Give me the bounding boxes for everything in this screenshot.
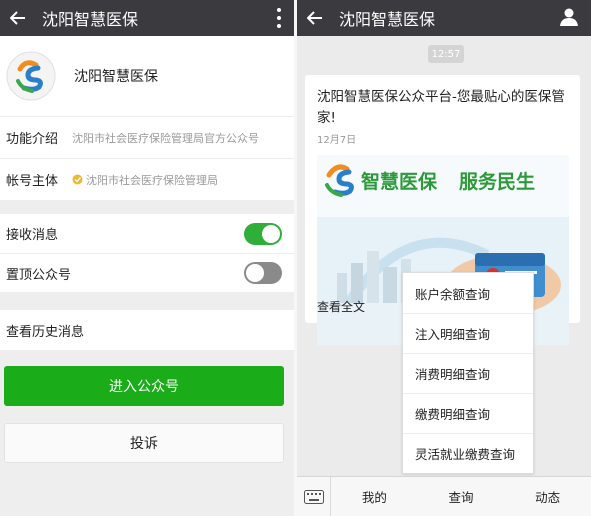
settings-section: 接收消息 置顶公众号 [0,214,296,292]
banner-text-2: 服务民生 [459,170,535,193]
chat-screen: 沈阳智慧医保 12:57 沈阳智慧医保公众平台-您最贴心的医保管家! 12月7日… [297,0,591,516]
verified-icon [72,174,83,185]
menu-item-deposit-details[interactable]: 注入明细查询 [403,313,533,353]
tab-query[interactable]: 查询 [418,487,505,506]
keyboard-toggle-button[interactable] [297,476,331,516]
article-title: 沈阳智慧医保公众平台-您最贴心的医保管家! [317,89,565,126]
account-profile-screen: 沈阳智慧医保 沈阳智慧医保 功能介绍 沈阳市社会医疗保险管理局官方公众号 帐号主… [0,0,296,516]
tab-news[interactable]: 动态 [504,487,591,506]
top-bar: 沈阳智慧医保 [297,0,591,36]
keyboard-icon [303,489,324,504]
query-submenu: 账户余额查询 注入明细查询 消费明细查询 缴费明细查询 灵活就业缴费查询 [402,272,534,474]
info-value: 沈阳市社会医疗保险管理局官方公众号 [72,131,259,145]
article-date: 12月7日 [317,135,357,146]
banner-text-1: 智慧医保 [361,170,438,193]
info-value-wrapper: 沈阳市社会医疗保险管理局 [72,172,218,188]
menu-item-balance[interactable]: 账户余额查询 [403,273,533,313]
report-button[interactable]: 投诉 [4,423,284,463]
page-title: 沈阳智慧医保 [339,10,436,29]
view-history-link[interactable]: 查看历史消息 [0,310,296,350]
back-arrow-icon [307,11,322,25]
menu-item-flexible-employment[interactable]: 灵活就业缴费查询 [403,433,533,473]
enter-account-button[interactable]: 进入公众号 [4,366,284,406]
pin-account-row: 置顶公众号 [0,253,296,292]
info-label: 帐号主体 [6,174,59,189]
setting-label: 置顶公众号 [6,267,72,283]
profile-header: 沈阳智慧医保 [0,36,296,116]
bottom-menu-bar: 我的 查询 动态 [297,476,591,516]
back-button[interactable] [297,0,333,36]
message-timestamp: 12:57 [428,45,464,63]
setting-label: 接收消息 [6,228,59,243]
back-arrow-icon [10,11,25,25]
info-value: 沈阳市社会医疗保险管理局 [86,173,218,187]
menu-item-spending-details[interactable]: 消费明细查询 [403,353,533,393]
back-button[interactable] [0,0,36,36]
info-row-intro: 功能介绍 沈阳市社会医疗保险管理局官方公众号 [0,116,296,158]
top-bar: 沈阳智慧医保 [0,0,296,36]
page-title: 沈阳智慧医保 [42,10,139,29]
app-logo-icon [6,51,56,101]
receive-messages-toggle[interactable] [244,222,282,245]
menu-item-payment-details[interactable]: 缴费明细查询 [403,393,533,433]
receive-messages-row: 接收消息 [0,214,296,253]
more-options-icon[interactable] [276,8,282,28]
pin-account-toggle[interactable] [244,262,282,284]
account-info-section: 功能介绍 沈阳市社会医疗保险管理局官方公众号 帐号主体 沈阳市社会医疗保险管理局 [0,116,296,200]
tab-mine[interactable]: 我的 [331,487,418,506]
read-full-article-link[interactable]: 查看全文 [317,298,365,315]
account-name: 沈阳智慧医保 [74,69,158,85]
profile-icon[interactable] [559,7,579,27]
info-label: 功能介绍 [6,132,59,147]
info-row-owner[interactable]: 帐号主体 沈阳市社会医疗保险管理局 [0,158,296,200]
